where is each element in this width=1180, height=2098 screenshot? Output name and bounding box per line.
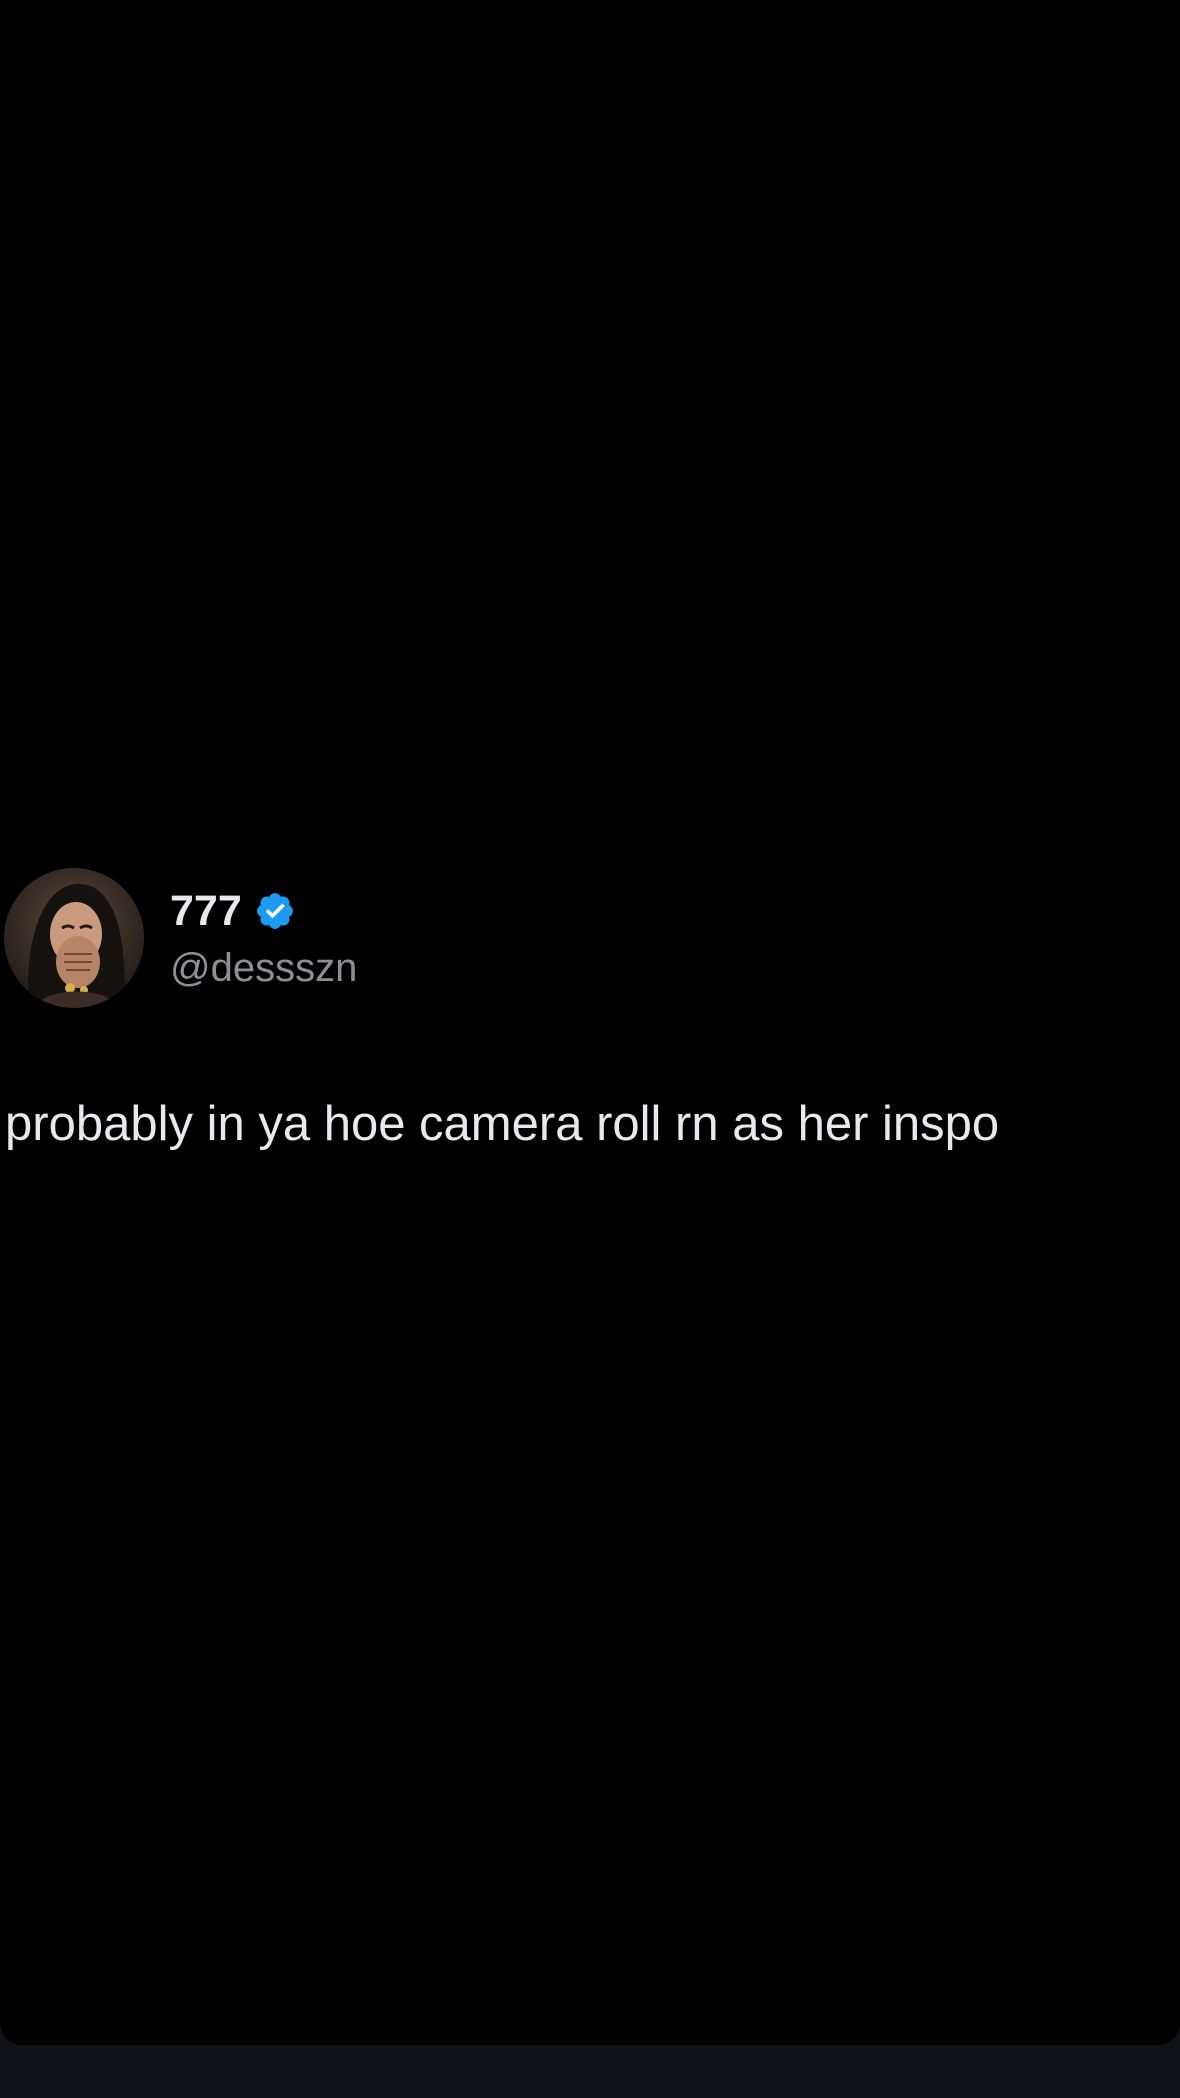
tweet-author[interactable]: 777 @dessszn	[4, 868, 704, 1012]
name-row: 777	[170, 886, 357, 936]
handle[interactable]: @dessszn	[170, 944, 357, 992]
author-names: 777 @dessszn	[170, 886, 357, 992]
tweet-text: probably in ya hoe camera roll rn as her…	[5, 1097, 1000, 1151]
avatar-photo-icon	[4, 868, 144, 1008]
avatar[interactable]	[4, 868, 144, 1008]
display-name[interactable]: 777	[170, 886, 242, 936]
verified-badge-icon	[256, 893, 293, 929]
screenshot-canvas: 777 @dessszn probably in ya hoe camera r…	[0, 0, 1180, 2045]
